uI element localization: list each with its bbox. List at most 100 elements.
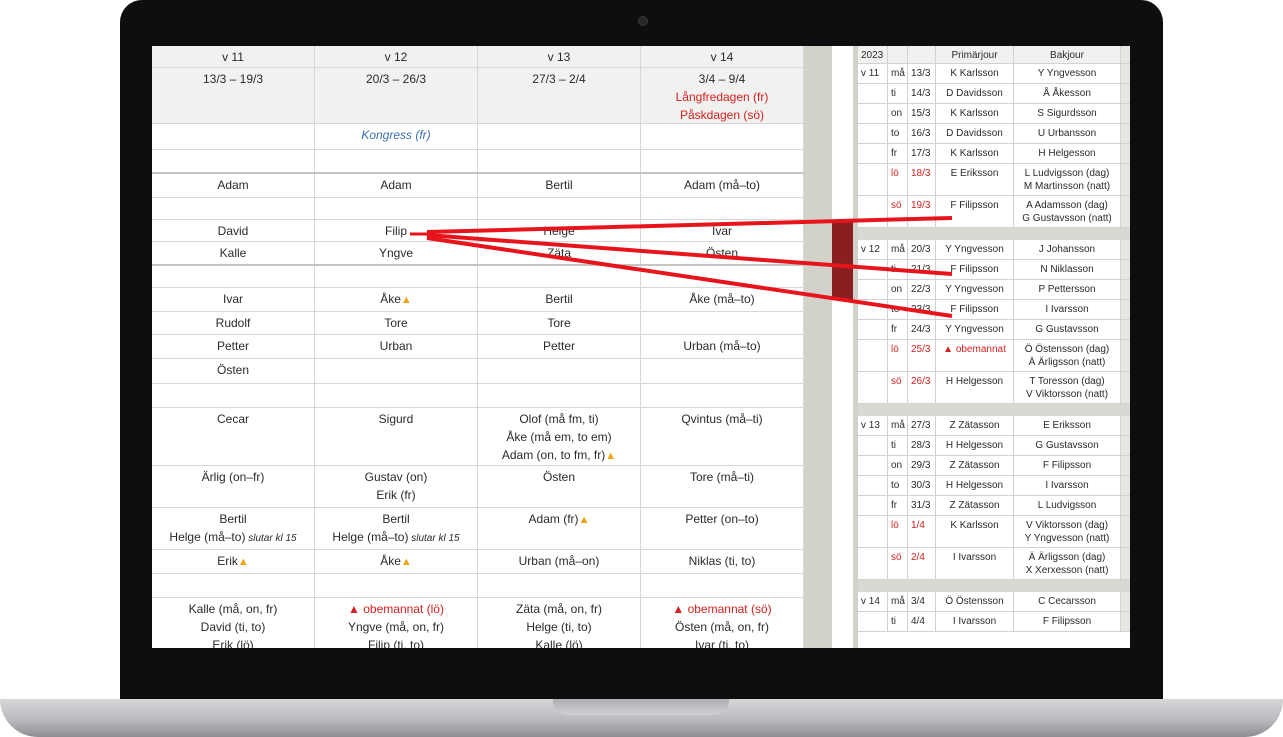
note-cell[interactable] <box>641 124 804 149</box>
schedule-cell[interactable]: Åke▲ <box>315 288 478 311</box>
empty-cell[interactable] <box>641 266 804 287</box>
empty-cell[interactable] <box>315 150 478 172</box>
primary-on-call[interactable]: F Filipsson <box>936 300 1014 319</box>
schedule-cell[interactable]: Yngve <box>315 242 478 264</box>
empty-cell[interactable] <box>641 150 804 172</box>
primary-on-call[interactable]: K Karlsson <box>936 144 1014 163</box>
schedule-cell[interactable]: Bertil Helge (må–to) slutar kl 15 <box>315 508 478 549</box>
schedule-cell[interactable]: Urban (må–to) <box>641 335 804 358</box>
schedule-cell[interactable]: Qvintus (må–ti) <box>641 408 804 465</box>
schedule-cell[interactable]: Bertil <box>478 174 641 197</box>
schedule-cell[interactable]: Adam <box>315 174 478 197</box>
empty-cell[interactable] <box>478 150 641 172</box>
schedule-cell[interactable]: ▲ obemannat (lö) Yngve (må, on, fr) Filip … <box>315 598 478 648</box>
backup-on-call[interactable]: F Filipsson <box>1014 456 1121 475</box>
backup-on-call[interactable]: Y Yngvesson <box>1014 64 1121 83</box>
backup-on-call[interactable]: V Viktorsson (dag) Y Yngvesson (natt) <box>1014 516 1121 547</box>
empty-cell[interactable] <box>641 384 804 407</box>
schedule-cell[interactable]: Gustav (on) Erik (fr) <box>315 466 478 507</box>
primary-on-call[interactable]: Z Zätasson <box>936 416 1014 435</box>
schedule-cell[interactable]: David <box>152 220 315 241</box>
schedule-cell[interactable] <box>641 312 804 334</box>
schedule-cell[interactable]: Urban (må–on) <box>478 550 641 573</box>
schedule-cell[interactable]: Sigurd <box>315 408 478 465</box>
primary-on-call[interactable]: H Helgesson <box>936 436 1014 455</box>
note-cell[interactable] <box>478 124 641 149</box>
backup-on-call[interactable]: Ö Östensson (dag) Ä Ärligsson (natt) <box>1014 340 1121 371</box>
primary-on-call[interactable]: Y Yngvesson <box>936 320 1014 339</box>
empty-cell[interactable] <box>478 198 641 219</box>
primary-on-call[interactable]: K Karlsson <box>936 64 1014 83</box>
backup-on-call[interactable]: L Ludvigsson <box>1014 496 1121 515</box>
backup-on-call[interactable]: T Toresson (dag) V Viktorsson (natt) <box>1014 372 1121 403</box>
schedule-cell[interactable]: Petter <box>152 335 315 358</box>
primary-on-call[interactable]: D Davidsson <box>936 84 1014 103</box>
schedule-cell[interactable]: Tore (må–ti) <box>641 466 804 507</box>
backup-on-call[interactable]: U Urbansson <box>1014 124 1121 143</box>
primary-on-call[interactable]: F Filipsson <box>936 196 1014 227</box>
schedule-cell[interactable]: Kalle (må, on, fr) David (ti, to) Erik (lö… <box>152 598 315 648</box>
schedule-cell[interactable]: Adam (fr)▲ <box>478 508 641 549</box>
primary-on-call[interactable]: Ö Östensson <box>936 592 1014 611</box>
backup-on-call[interactable]: G Gustavsson <box>1014 320 1121 339</box>
schedule-cell[interactable]: Urban <box>315 335 478 358</box>
backup-on-call[interactable]: P Pettersson <box>1014 280 1121 299</box>
empty-cell[interactable] <box>478 266 641 287</box>
schedule-cell[interactable] <box>478 359 641 383</box>
empty-cell[interactable] <box>478 574 641 597</box>
backup-on-call[interactable]: G Gustavsson <box>1014 436 1121 455</box>
schedule-cell[interactable]: Åke▲ <box>315 550 478 573</box>
primary-on-call[interactable]: Z Zätasson <box>936 456 1014 475</box>
schedule-cell[interactable]: Niklas (ti, to) <box>641 550 804 573</box>
schedule-cell[interactable]: Petter <box>478 335 641 358</box>
empty-cell[interactable] <box>152 198 315 219</box>
schedule-cell[interactable]: Zäta (må, on, fr) Helge (ti, to) Kalle (lö… <box>478 598 641 648</box>
primary-on-call[interactable]: Z Zätasson <box>936 496 1014 515</box>
empty-cell[interactable] <box>315 384 478 407</box>
empty-cell[interactable] <box>478 384 641 407</box>
schedule-cell[interactable]: Åke (må–to) <box>641 288 804 311</box>
schedule-cell[interactable]: Östen <box>152 359 315 383</box>
backup-on-call[interactable]: Ä Ärligsson (dag) X Xerxesson (natt) <box>1014 548 1121 579</box>
primary-on-call[interactable]: F Filipsson <box>936 260 1014 279</box>
backup-on-call[interactable]: I Ivarsson <box>1014 300 1121 319</box>
schedule-cell[interactable]: Bertil <box>478 288 641 311</box>
backup-on-call[interactable]: I Ivarsson <box>1014 476 1121 495</box>
note-cell[interactable] <box>152 124 315 149</box>
backup-on-call[interactable]: E Eriksson <box>1014 416 1121 435</box>
backup-on-call[interactable]: J Johansson <box>1014 240 1121 259</box>
primary-on-call[interactable]: Y Yngvesson <box>936 240 1014 259</box>
backup-on-call[interactable]: A Adamsson (dag) G Gustavsson (natt) <box>1014 196 1121 227</box>
schedule-cell[interactable]: Ivar <box>152 288 315 311</box>
backup-on-call[interactable]: H Helgesson <box>1014 144 1121 163</box>
schedule-cell[interactable]: Helge <box>478 220 641 241</box>
backup-on-call[interactable]: N Niklasson <box>1014 260 1121 279</box>
schedule-cell[interactable]: Petter (on–to) <box>641 508 804 549</box>
primary-on-call[interactable]: D Davidsson <box>936 124 1014 143</box>
primary-on-call[interactable]: Y Yngvesson <box>936 280 1014 299</box>
schedule-cell[interactable]: Kalle <box>152 242 315 264</box>
primary-on-call[interactable]: K Karlsson <box>936 104 1014 123</box>
schedule-cell[interactable]: Zäta <box>478 242 641 264</box>
empty-cell[interactable] <box>641 574 804 597</box>
schedule-cell[interactable]: Bertil Helge (må–to) slutar kl 15 <box>152 508 315 549</box>
schedule-cell[interactable] <box>641 359 804 383</box>
empty-cell[interactable] <box>152 574 315 597</box>
primary-on-call[interactable]: I Ivarsson <box>936 548 1014 579</box>
backup-on-call[interactable]: C Cecarsson <box>1014 592 1121 611</box>
schedule-cell[interactable]: Östen <box>478 466 641 507</box>
schedule-cell[interactable]: Ärlig (on–fr) <box>152 466 315 507</box>
schedule-cell[interactable]: Rudolf <box>152 312 315 334</box>
schedule-cell[interactable]: Cecar <box>152 408 315 465</box>
schedule-cell[interactable]: Tore <box>478 312 641 334</box>
empty-cell[interactable] <box>152 150 315 172</box>
primary-on-call[interactable]: E Eriksson <box>936 164 1014 195</box>
primary-on-call[interactable]: ▲ obemannat <box>936 340 1014 371</box>
schedule-cell[interactable]: Adam <box>152 174 315 197</box>
schedule-cell[interactable]: Tore <box>315 312 478 334</box>
backup-on-call[interactable]: F Filipsson <box>1014 612 1121 631</box>
schedule-cell[interactable]: Erik▲ <box>152 550 315 573</box>
primary-on-call[interactable]: K Karlsson <box>936 516 1014 547</box>
note-cell[interactable]: Kongress (fr) <box>315 124 478 149</box>
backup-on-call[interactable]: L Ludvigsson (dag) M Martinsson (natt) <box>1014 164 1121 195</box>
